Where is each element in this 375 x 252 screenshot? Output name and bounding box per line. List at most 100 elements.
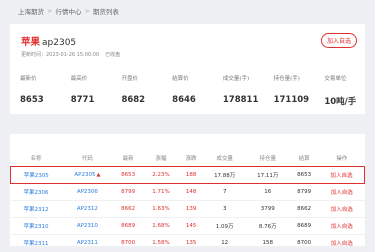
col-header-oi: 持仓量 — [259, 156, 277, 162]
stat-open: 开盘价 8682 — [111, 74, 162, 107]
stat-label: 交易单位 — [324, 76, 347, 82]
cell-oi: 158 — [246, 234, 290, 252]
col-header-action: 操作 — [336, 156, 348, 162]
cell-change-pct: 1.58% — [142, 234, 180, 252]
col-header-change-pct: 涨幅 — [155, 156, 167, 162]
stat-label: 最新价 — [20, 76, 37, 82]
stat-label: 持仓量(手) — [273, 76, 300, 82]
cell-oi: 8.76万 — [246, 217, 290, 235]
stat-label: 开盘价 — [121, 76, 138, 82]
cell-change: 135 — [179, 234, 204, 252]
add-watchlist-link[interactable]: 加入自选 — [318, 217, 365, 235]
cell-name[interactable]: 苹果2305 — [10, 166, 62, 184]
cell-name[interactable]: 苹果2306 — [10, 183, 62, 201]
col-header-change: 涨跌 — [185, 156, 197, 162]
cell-name[interactable]: 苹果2310 — [10, 217, 62, 235]
add-watchlist-link[interactable]: 加入自选 — [318, 234, 365, 252]
add-watchlist-button[interactable]: 加入自选 — [320, 33, 357, 48]
cell-change: 188 — [179, 166, 204, 184]
table-row[interactable]: 苹果2311 AP2311 8700 1.58% 135 12 158 8700… — [10, 234, 365, 252]
cell-volume: 12 — [203, 234, 247, 252]
cell-oi: 17.11万 — [246, 166, 290, 184]
update-info: 更新时间：2023-01-26 15:00:00 已收盘 — [21, 51, 120, 58]
cell-volume: 7 — [203, 183, 247, 201]
update-time: 更新时间：2023-01-26 15:00:00 — [21, 52, 100, 58]
stats-row: 最新价 8653 最高价 8771 开盘价 8682 结算价 8646 成交量(… — [10, 74, 365, 107]
table-row-selected[interactable]: 苹果2305 AP2305▲ 8653 2.23% 188 17.88万 17.… — [10, 166, 365, 184]
cell-last: 8799 — [113, 183, 143, 201]
cell-last: 8653 — [113, 166, 143, 184]
stat-settle: 结算价 8646 — [162, 74, 213, 107]
cell-settle: 8700 — [289, 234, 319, 252]
stat-open-interest: 持仓量(手) 171109 — [264, 74, 315, 107]
col-header-volume: 成交量 — [216, 156, 233, 162]
contract-code: ap2305 — [42, 38, 77, 48]
table-row[interactable]: 苹果2306 AP2306 8799 1.71% 148 7 16 8799 加… — [10, 183, 365, 201]
add-watchlist-link[interactable]: 加入自选 — [318, 200, 365, 218]
cell-code[interactable]: AP2310 — [61, 217, 114, 235]
cell-change-pct: 1.68% — [142, 217, 180, 235]
stat-high: 最高价 8771 — [61, 74, 112, 107]
stat-trade-unit: 交易单位 10吨/手 — [314, 74, 365, 107]
table-row[interactable]: 苹果2312 AP2312 8662 1.63% 139 3 3799 8662… — [10, 200, 365, 218]
cell-volume: 17.88万 — [203, 166, 247, 184]
cell-last: 8689 — [113, 217, 143, 235]
cell-name[interactable]: 苹果2312 — [10, 200, 62, 218]
cell-change-pct: 1.71% — [142, 183, 180, 201]
add-watchlist-link[interactable]: 加入自选 — [318, 166, 365, 184]
breadcrumb-separator: > — [47, 7, 53, 15]
stat-value: 8653 — [20, 95, 44, 105]
cell-change: 145 — [179, 217, 204, 235]
stat-value: 8646 — [172, 95, 196, 105]
cell-change: 148 — [179, 183, 204, 201]
stat-value: 8682 — [121, 95, 146, 105]
cell-change: 139 — [179, 200, 204, 218]
add-watchlist-link[interactable]: 加入自选 — [318, 183, 365, 201]
cell-oi: 16 — [246, 183, 290, 201]
cell-code-text: AP2305 — [74, 172, 96, 178]
col-header-last: 最新 — [122, 156, 134, 162]
cell-settle: 8689 — [289, 217, 319, 235]
cell-last: 8700 — [113, 234, 143, 252]
stat-value: 10吨/手 — [324, 97, 357, 107]
breadcrumb: 上海期货 > 行情中心 > 期货列表 — [0, 0, 375, 22]
cell-last: 8662 — [113, 200, 143, 218]
breadcrumb-item-current: 期货列表 — [92, 8, 119, 16]
cell-volume: 1.09万 — [203, 217, 247, 235]
cell-code[interactable]: AP2305▲ — [61, 166, 114, 184]
breadcrumb-separator: > — [84, 7, 90, 15]
cell-settle: 8799 — [289, 183, 319, 201]
cell-settle: 8662 — [289, 200, 319, 218]
stat-last-price: 最新价 8653 — [10, 74, 61, 107]
col-header-code: 代码 — [81, 156, 93, 162]
contract-name: 苹果 — [21, 37, 41, 48]
table-row[interactable]: 苹果2310 AP2310 8689 1.68% 145 1.09万 8.76万… — [10, 217, 365, 235]
cell-change-pct: 2.23% — [142, 166, 180, 184]
contract-table: 名称 代码 最新 涨幅 涨跌 成交量 持仓量 结算 操作 苹果2305 AP23… — [10, 150, 365, 252]
cell-oi: 3799 — [246, 200, 290, 218]
market-status: 已收盘 — [105, 52, 121, 58]
cell-volume: 3 — [203, 200, 247, 218]
stat-value: 178811 — [222, 95, 259, 105]
cell-code[interactable]: AP2311 — [61, 234, 114, 252]
table-header-row: 名称 代码 最新 涨幅 涨跌 成交量 持仓量 结算 操作 — [11, 150, 365, 167]
cell-change-pct: 1.63% — [142, 200, 180, 218]
cell-settle: 8653 — [289, 166, 319, 184]
stat-label: 结算价 — [172, 76, 189, 82]
col-header-name: 名称 — [30, 156, 42, 162]
cell-code[interactable]: AP2312 — [61, 200, 114, 218]
cell-name[interactable]: 苹果2311 — [10, 234, 62, 252]
contract-list-card: 名称 代码 最新 涨幅 涨跌 成交量 持仓量 结算 操作 苹果2305 AP23… — [10, 134, 365, 252]
stat-value: 171109 — [273, 95, 310, 105]
col-header-settle: 结算 — [298, 156, 310, 162]
breadcrumb-item-market[interactable]: 行情中心 — [55, 6, 81, 16]
stat-value: 8771 — [70, 95, 95, 105]
cell-code[interactable]: AP2306 — [61, 183, 114, 201]
stat-label: 最高价 — [70, 76, 88, 82]
breadcrumb-item-home[interactable]: 上海期货 — [18, 6, 44, 16]
quote-summary-card: 苹果 ap2305 更新时间：2023-01-26 15:00:00 已收盘 加… — [10, 24, 365, 114]
stat-volume: 成交量(手) 178811 — [213, 74, 264, 107]
stat-label: 成交量(手) — [222, 76, 250, 82]
arrow-up-icon: ▲ — [96, 172, 101, 178]
contract-title: 苹果 ap2305 — [21, 34, 76, 48]
